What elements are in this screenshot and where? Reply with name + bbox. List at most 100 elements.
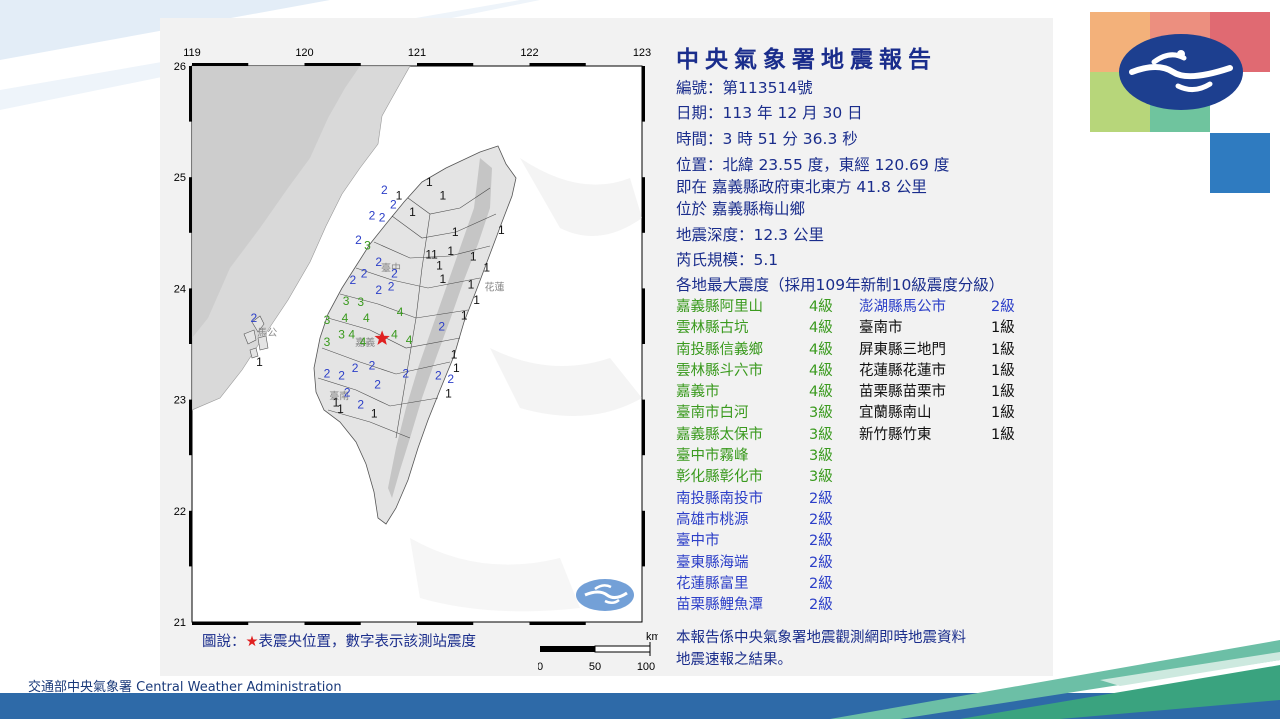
intensity-location: 雲林縣古坑 xyxy=(676,320,749,337)
scale-bar-light xyxy=(594,645,651,653)
station-intensity: 2 xyxy=(374,377,381,391)
frame-segment xyxy=(642,66,645,122)
intensity-row: 花蓮縣花蓮市 1級 xyxy=(859,361,1029,382)
intensity-level: 1級 xyxy=(991,341,1015,358)
intensity-location: 新竹縣竹東 xyxy=(859,426,932,443)
intensity-row: 雲林縣斗六市 4級 xyxy=(676,361,856,382)
station-intensity: 2 xyxy=(375,283,382,297)
intensity-list-col1: 嘉義縣阿里山 4級 雲林縣古坑 4級 南投縣信義鄉 4級 雲林縣斗六市 4級 嘉義市 4級 臺南市白… xyxy=(676,297,856,616)
station-intensity: 4 xyxy=(360,335,367,349)
station-intensity: 2 xyxy=(402,366,409,380)
intensity-location: 高雄市桃源 xyxy=(676,511,749,528)
intensity-heading: 各地最大震度（採用109年新制10級震度分級） xyxy=(676,276,1005,294)
intensity-row: 苗栗縣苗栗市 1級 xyxy=(859,382,1029,403)
longitude-label: 121 xyxy=(408,47,426,59)
intensity-level: 4級 xyxy=(809,320,833,337)
report-magnitude: 芮氏規模：5.1 xyxy=(676,251,779,269)
frame-segment xyxy=(417,622,474,625)
intensity-level: 2級 xyxy=(809,554,833,571)
intensity-row: 臺南市白河 3級 xyxy=(676,403,856,424)
intensity-location: 雲林縣斗六市 xyxy=(676,362,763,379)
intensity-location: 苗栗縣苗栗市 xyxy=(859,384,946,401)
footer-agency: 交通部中央氣象署 Central Weather Administration xyxy=(28,680,342,695)
intensity-location: 花蓮縣花蓮市 xyxy=(859,362,946,379)
intensity-location: 澎湖縣馬公市 xyxy=(859,299,946,315)
intensity-location: 嘉義市 xyxy=(676,384,720,401)
report-time: 時間：3 時 51 分 36.3 秒 xyxy=(676,130,858,148)
station-intensity: 3 xyxy=(343,294,350,308)
intensity-row: 宜蘭縣南山 1級 xyxy=(859,403,1029,424)
latitude-label: 23 xyxy=(174,395,186,407)
intensity-level: 2級 xyxy=(809,597,833,614)
latitude-label: 25 xyxy=(174,172,186,184)
report-date: 日期：113 年 12 月 30 日 xyxy=(676,104,863,122)
scale-label-0: 0 xyxy=(538,661,543,673)
station-intensity: 2 xyxy=(379,211,386,225)
watermark-logo-icon xyxy=(576,579,634,611)
latitude-label: 24 xyxy=(174,283,186,295)
intensity-location: 屏東縣三地門 xyxy=(859,341,946,358)
intensity-row: 苗栗縣鯉魚潭 2級 xyxy=(676,595,856,616)
station-intensity: 2 xyxy=(344,385,351,399)
intensity-level: 4級 xyxy=(809,299,833,315)
intensity-level: 3級 xyxy=(809,448,833,465)
station-intensity: 1 xyxy=(451,347,458,361)
station-intensity: 3 xyxy=(338,327,345,341)
scale-bar-dark xyxy=(540,646,595,652)
station-intensity: 4 xyxy=(406,333,413,347)
map-legend: 圖說：★表震央位置，數字表示該測站震度 xyxy=(202,634,476,650)
scale-label-100: 100 xyxy=(637,661,655,673)
station-intensity: 4 xyxy=(397,305,404,319)
intensity-level: 1級 xyxy=(991,384,1015,401)
station-intensity: 4 xyxy=(342,311,349,325)
frame-segment xyxy=(304,622,361,625)
intensity-location: 南投縣南投市 xyxy=(676,490,763,507)
intensity-level: 1級 xyxy=(991,405,1015,422)
intensity-row: 嘉義縣阿里山 4級 xyxy=(676,297,856,318)
intensity-level: 1級 xyxy=(991,362,1015,379)
frame-segment xyxy=(417,63,474,66)
intensity-row: 嘉義市 4級 xyxy=(676,382,856,403)
station-intensity: 2 xyxy=(361,266,368,280)
latitude-label: 26 xyxy=(174,61,186,73)
report-relative-location: 即在 嘉義縣政府東北東方 41.8 公里 xyxy=(676,178,927,196)
longitude-label: 120 xyxy=(295,47,313,59)
intensity-location: 臺中市 xyxy=(676,533,720,550)
station-intensity: 1 xyxy=(470,250,477,264)
earthquake-report: 119 120 121 122 123 26 25 24 23 22 21 臺中 花蓮 嘉義 臺南 馬公 1… xyxy=(160,18,1053,676)
intensity-row: 屏東縣三地門 1級 xyxy=(859,340,1029,361)
intensity-level: 4級 xyxy=(809,384,833,401)
intensity-location: 苗栗縣鯉魚潭 xyxy=(676,597,763,614)
station-intensity: 2 xyxy=(390,197,397,211)
station-intensity: 2 xyxy=(438,320,445,334)
intensity-location: 彰化縣彰化市 xyxy=(676,469,763,486)
frame-segment xyxy=(642,177,645,233)
scale-bar: km 0 50 100 xyxy=(538,631,658,673)
intensity-row: 臺中市 2級 xyxy=(676,531,856,552)
station-intensity: 2 xyxy=(355,233,362,247)
station-intensity: 1 xyxy=(483,261,490,275)
intensity-location: 宜蘭縣南山 xyxy=(859,405,932,422)
station-intensity: 1 xyxy=(461,309,468,323)
intensity-location: 臺南市白河 xyxy=(676,405,749,422)
intensity-row: 嘉義縣太保市 3級 xyxy=(676,425,856,446)
frame-segment xyxy=(642,510,645,567)
report-depth: 地震深度：12.3 公里 xyxy=(676,226,824,244)
frame-segment xyxy=(529,622,586,625)
intensity-row: 南投縣信義鄉 4級 xyxy=(676,340,856,361)
intensity-row: 南投縣南投市 2級 xyxy=(676,489,856,510)
frame-segment xyxy=(189,66,192,122)
report-township: 位於 嘉義縣梅山鄉 xyxy=(676,200,805,218)
frame-segment xyxy=(192,63,249,66)
station-intensity: 2 xyxy=(338,369,345,383)
frame-segment xyxy=(192,622,249,625)
intensity-row: 新竹縣竹東 1級 xyxy=(859,425,1029,446)
station-intensity: 2 xyxy=(375,255,382,269)
station-intensity: 2 xyxy=(381,183,388,197)
station-intensity: 1 xyxy=(256,355,263,369)
intensity-level: 2級 xyxy=(809,490,833,507)
report-title: 中央氣象署地震報告 xyxy=(676,47,937,73)
intensity-list-col2: 澎湖縣馬公市 2級 臺南市 1級 屏東縣三地門 1級 花蓮縣花蓮市 1級 苗栗縣苗栗市 1級 宜蘭縣… xyxy=(859,297,1029,446)
station-intensity: 3 xyxy=(324,313,331,327)
station-intensity: 1 xyxy=(452,225,459,239)
